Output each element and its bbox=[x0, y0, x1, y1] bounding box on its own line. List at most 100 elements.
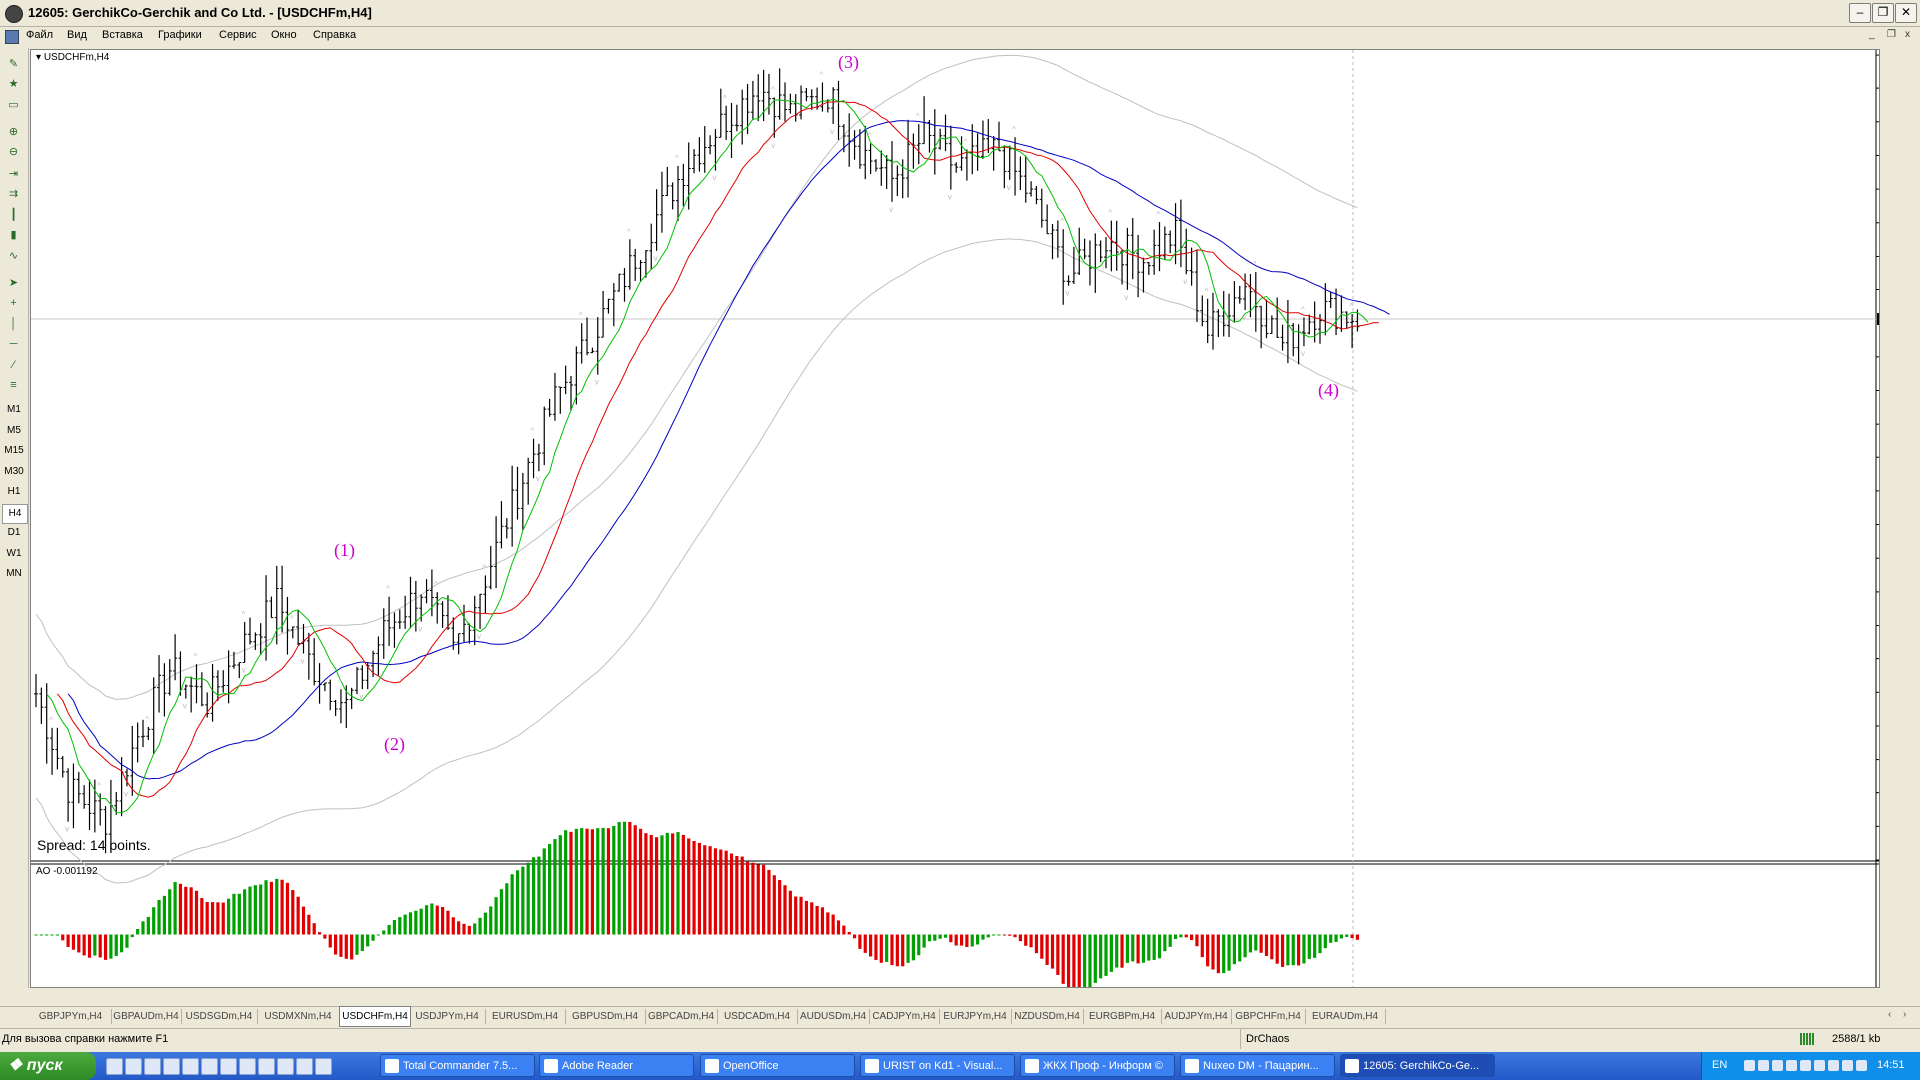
tray-icon-1[interactable] bbox=[1744, 1060, 1755, 1071]
taskbar-task-5[interactable]: ЖКХ Проф - Информ © bbox=[1020, 1054, 1175, 1077]
favorites-icon[interactable]: ★ bbox=[3, 75, 24, 93]
taskbar-task-1[interactable]: Total Commander 7.5... bbox=[380, 1054, 535, 1077]
chart-shift-icon[interactable]: ⇥ bbox=[3, 165, 24, 183]
taskbar-task-6[interactable]: Nuxeo DM - Пацарин... bbox=[1180, 1054, 1335, 1077]
timeframe-m30-button[interactable]: M30 bbox=[2, 463, 26, 481]
timeframe-mn-button[interactable]: MN bbox=[2, 565, 26, 583]
child-minimize-button[interactable]: _ bbox=[1869, 29, 1875, 40]
tab-gbpchfm-h4[interactable]: GBPCHFm,H4 bbox=[1231, 1009, 1306, 1024]
timeframe-m1-button[interactable]: M1 bbox=[2, 401, 26, 419]
menu-tools[interactable]: Сервис bbox=[219, 29, 257, 41]
menu-view[interactable]: Вид bbox=[67, 29, 87, 41]
tray-icon-4[interactable] bbox=[1786, 1060, 1797, 1071]
cursor-icon[interactable]: ➤ bbox=[3, 274, 24, 292]
quick-launch-icon-11[interactable] bbox=[296, 1058, 313, 1075]
ao-histogram-bar bbox=[1002, 934, 1006, 936]
ohlc-bar bbox=[659, 171, 664, 233]
ao-histogram-bar bbox=[1184, 934, 1188, 938]
tab-usdmxnm-h4[interactable]: USDMXNm,H4 bbox=[257, 1009, 340, 1024]
tab-gbpusdm-h4[interactable]: GBPUSDm,H4 bbox=[565, 1009, 646, 1024]
timeframe-m5-button[interactable]: M5 bbox=[2, 422, 26, 440]
line-chart-icon[interactable]: ∿ bbox=[3, 247, 24, 265]
child-close-button[interactable]: x bbox=[1905, 29, 1910, 40]
tab-usdsgdm-h4[interactable]: USDSGDm,H4 bbox=[181, 1009, 258, 1024]
price-chart[interactable]: ^ v ^ v ^ v ^ ^ v ^ v ^ v ^ v ^ v ^ ^ v ^ v ^ v ^ v ^ ^ v ^ v ^ v ^ v ^ v ^ ^ v… bbox=[31, 50, 1879, 987]
tab-usdjpym-h4[interactable]: USDJPYm,H4 bbox=[409, 1009, 486, 1024]
tab-eurgbpm-h4[interactable]: EURGBPm,H4 bbox=[1083, 1009, 1162, 1024]
timeframe-d1-button[interactable]: D1 bbox=[2, 524, 26, 542]
tray-icon-6[interactable] bbox=[1814, 1060, 1825, 1071]
tray-icon-3[interactable] bbox=[1772, 1060, 1783, 1071]
taskbar-task-7[interactable]: 12605: GerchikCo-Ge... bbox=[1340, 1054, 1495, 1077]
tab-audjpym-h4[interactable]: AUDJPYm,H4 bbox=[1161, 1009, 1232, 1024]
timeframe-w1-button[interactable]: W1 bbox=[2, 545, 26, 563]
tab-nzdusdm-h4[interactable]: NZDUSDm,H4 bbox=[1011, 1009, 1084, 1024]
crosshair-icon[interactable]: + bbox=[3, 294, 24, 312]
language-indicator[interactable]: EN bbox=[1712, 1059, 1727, 1071]
quick-launch-icon-10[interactable] bbox=[277, 1058, 294, 1075]
tray-icon-7[interactable] bbox=[1828, 1060, 1839, 1071]
quick-launch-icon-2[interactable] bbox=[125, 1058, 142, 1075]
tab-scroll-right-icon[interactable]: › bbox=[1903, 1009, 1906, 1020]
restore-button[interactable]: ❐ bbox=[1872, 3, 1894, 23]
quick-launch-icon-9[interactable] bbox=[258, 1058, 275, 1075]
tab-gbpcadm-h4[interactable]: GBPCADm,H4 bbox=[645, 1009, 718, 1024]
candles-icon[interactable]: ▮ bbox=[3, 226, 24, 244]
ao-histogram-bar bbox=[1066, 934, 1071, 987]
autoscroll-icon[interactable]: ⇉ bbox=[3, 185, 24, 203]
timeframe-h1-button[interactable]: H1 bbox=[2, 483, 26, 501]
tab-gbpjpym-h4[interactable]: GBPJPYm,H4 bbox=[30, 1009, 112, 1024]
tab-audusdm-h4[interactable]: AUDUSDm,H4 bbox=[797, 1009, 870, 1024]
ao-histogram-bar bbox=[1163, 934, 1167, 952]
tab-euraudm-h4[interactable]: EURAUDm,H4 bbox=[1305, 1009, 1386, 1024]
menu-window[interactable]: Окно bbox=[271, 29, 297, 41]
bar-chart-icon[interactable]: ┃ bbox=[3, 206, 24, 224]
child-restore-button[interactable]: ❐ bbox=[1887, 29, 1896, 40]
zoom-out-icon[interactable]: ⊖ bbox=[3, 143, 24, 161]
taskbar-task-2[interactable]: Adobe Reader bbox=[539, 1054, 694, 1077]
quick-launch-icon-5[interactable] bbox=[182, 1058, 199, 1075]
tab-usdcadm-h4[interactable]: USDCADm,H4 bbox=[717, 1009, 798, 1024]
vertical-line-icon[interactable]: │ bbox=[3, 315, 24, 333]
taskbar-task-4[interactable]: URIST on Kd1 - Visual... bbox=[860, 1054, 1015, 1077]
quick-launch-icon-8[interactable] bbox=[239, 1058, 256, 1075]
tab-eurusdm-h4[interactable]: EURUSDm,H4 bbox=[485, 1009, 566, 1024]
tray-icon-9[interactable] bbox=[1856, 1060, 1867, 1071]
ohlc-bar bbox=[50, 727, 55, 775]
start-button[interactable]: ❖ пуск bbox=[0, 1052, 96, 1080]
quick-launch-icon-7[interactable] bbox=[220, 1058, 237, 1075]
zoom-in-icon[interactable]: ⊕ bbox=[3, 123, 24, 141]
chart-window[interactable]: ^ v ^ v ^ v ^ ^ v ^ v ^ v ^ v ^ v ^ ^ v ^ v ^ v ^ v ^ ^ v ^ v ^ v ^ v ^ v ^ ^ v… bbox=[30, 49, 1880, 988]
window-icon[interactable]: ▭ bbox=[3, 96, 24, 114]
tab-scroll-left-icon[interactable]: ‹ bbox=[1888, 1009, 1891, 1020]
ohlc-bar bbox=[494, 516, 499, 589]
ohlc-bar bbox=[831, 87, 836, 124]
quick-launch-icon-3[interactable] bbox=[144, 1058, 161, 1075]
quick-launch-icon-6[interactable] bbox=[201, 1058, 218, 1075]
ohlc-bar bbox=[462, 604, 466, 643]
tray-icon-8[interactable] bbox=[1842, 1060, 1853, 1071]
quick-launch-icon-1[interactable] bbox=[106, 1058, 123, 1075]
tab-cadjpym-h4[interactable]: CADJPYm,H4 bbox=[869, 1009, 940, 1024]
quick-launch-icon-4[interactable] bbox=[163, 1058, 180, 1075]
navigator-icon[interactable]: ✎ bbox=[3, 55, 24, 73]
timeframe-m15-button[interactable]: M15 bbox=[2, 442, 26, 460]
tab-gbpaudm-h4[interactable]: GBPAUDm,H4 bbox=[111, 1009, 182, 1024]
timeframe-h4-button[interactable]: H4 bbox=[2, 503, 28, 524]
minimize-button[interactable]: – bbox=[1849, 3, 1871, 23]
menu-charts[interactable]: Графики bbox=[158, 29, 202, 41]
horizontal-line-icon[interactable]: ─ bbox=[3, 335, 24, 353]
tab-usdchfm-h4[interactable]: USDCHFm,H4 bbox=[339, 1006, 411, 1027]
tray-icon-5[interactable] bbox=[1800, 1060, 1811, 1071]
trendline-icon[interactable]: ⁄ bbox=[3, 356, 24, 374]
ao-histogram-bar bbox=[831, 914, 835, 935]
tab-eurjpym-h4[interactable]: EURJPYm,H4 bbox=[939, 1009, 1012, 1024]
tray-icon-2[interactable] bbox=[1758, 1060, 1769, 1071]
menu-help[interactable]: Справка bbox=[313, 29, 356, 41]
close-button[interactable]: ✕ bbox=[1895, 3, 1917, 23]
quick-launch-icon-12[interactable] bbox=[315, 1058, 332, 1075]
taskbar-task-3[interactable]: OpenOffice bbox=[700, 1054, 855, 1077]
fibonacci-icon[interactable]: ≡ bbox=[3, 376, 24, 394]
menu-file[interactable]: Файл bbox=[26, 29, 53, 41]
menu-insert[interactable]: Вставка bbox=[102, 29, 143, 41]
